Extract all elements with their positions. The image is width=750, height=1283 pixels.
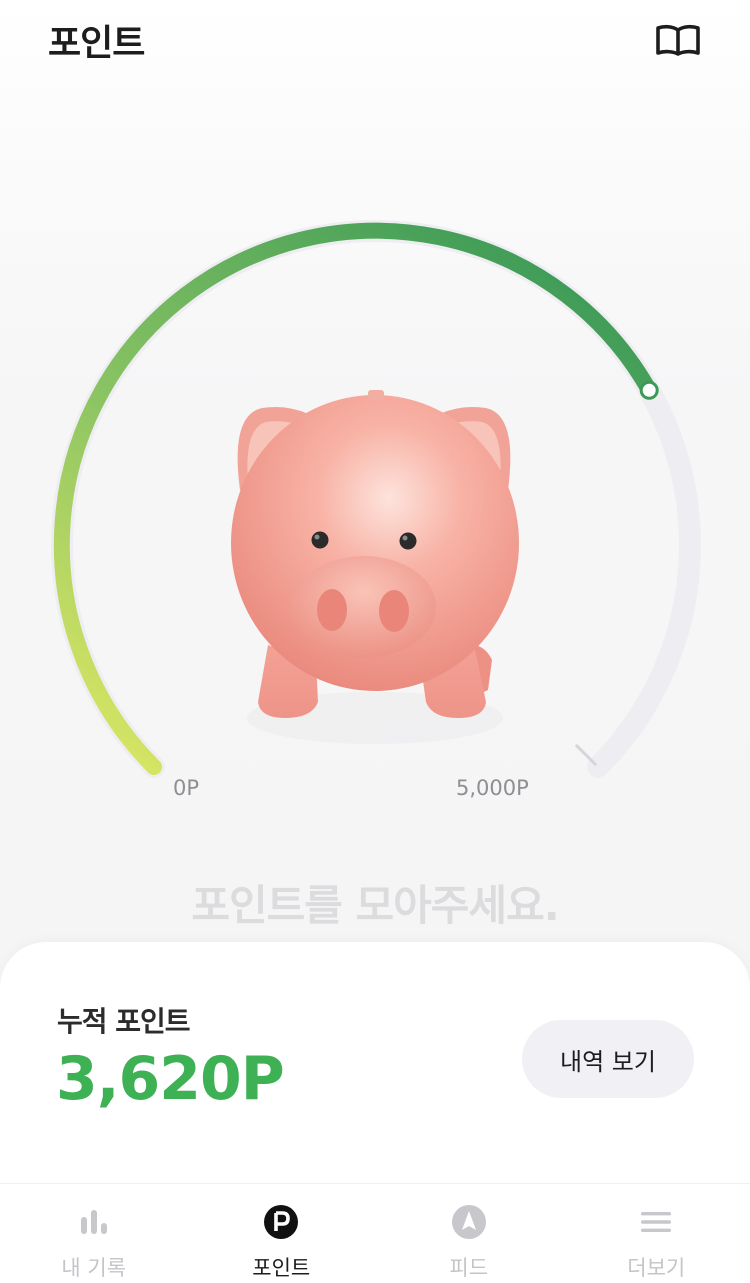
accumulated-points-value: 3,620P	[56, 1044, 285, 1114]
points-screen: 포인트 0P 5,000P 포인트를 모아주세요. 누적 포인트 3,620P …	[0, 0, 750, 1283]
bottom-tab-bar: 내 기록 포인트 피드 더보기	[0, 1183, 750, 1283]
gauge-progress-knob	[639, 380, 659, 400]
menu-icon	[641, 1212, 672, 1232]
guide-button[interactable]	[650, 16, 706, 64]
piggy-bank-illustration	[231, 390, 519, 744]
tab-label: 더보기	[627, 1256, 686, 1280]
tab-label: 내 기록	[61, 1256, 127, 1280]
header: 포인트	[0, 0, 750, 80]
accumulated-points-label: 누적 포인트	[57, 1005, 191, 1038]
accumulated-points-card: 누적 포인트 3,620P 내역 보기	[0, 942, 750, 1192]
page-title: 포인트	[48, 23, 145, 64]
view-history-button[interactable]: 내역 보기	[522, 1020, 694, 1098]
points-gauge: 0P 5,000P	[0, 190, 750, 870]
gauge-max-label: 5,000P	[456, 776, 529, 800]
collect-points-prompt: 포인트를 모아주세요.	[191, 881, 559, 930]
tab-my-records[interactable]: 내 기록	[0, 1184, 188, 1283]
tab-label: 피드	[449, 1256, 489, 1280]
tab-label: 포인트	[252, 1256, 311, 1280]
tab-points[interactable]: 포인트	[188, 1184, 376, 1283]
gauge-ring	[51, 220, 701, 778]
point-coin-icon	[264, 1205, 299, 1239]
tab-feed[interactable]: 피드	[375, 1184, 563, 1283]
bar-chart-icon	[80, 1210, 107, 1234]
gauge-min-label: 0P	[173, 776, 200, 800]
gauge-end-tick	[575, 744, 597, 766]
tab-more[interactable]: 더보기	[563, 1184, 750, 1283]
compass-icon	[451, 1205, 486, 1239]
book-open-icon	[656, 24, 700, 56]
